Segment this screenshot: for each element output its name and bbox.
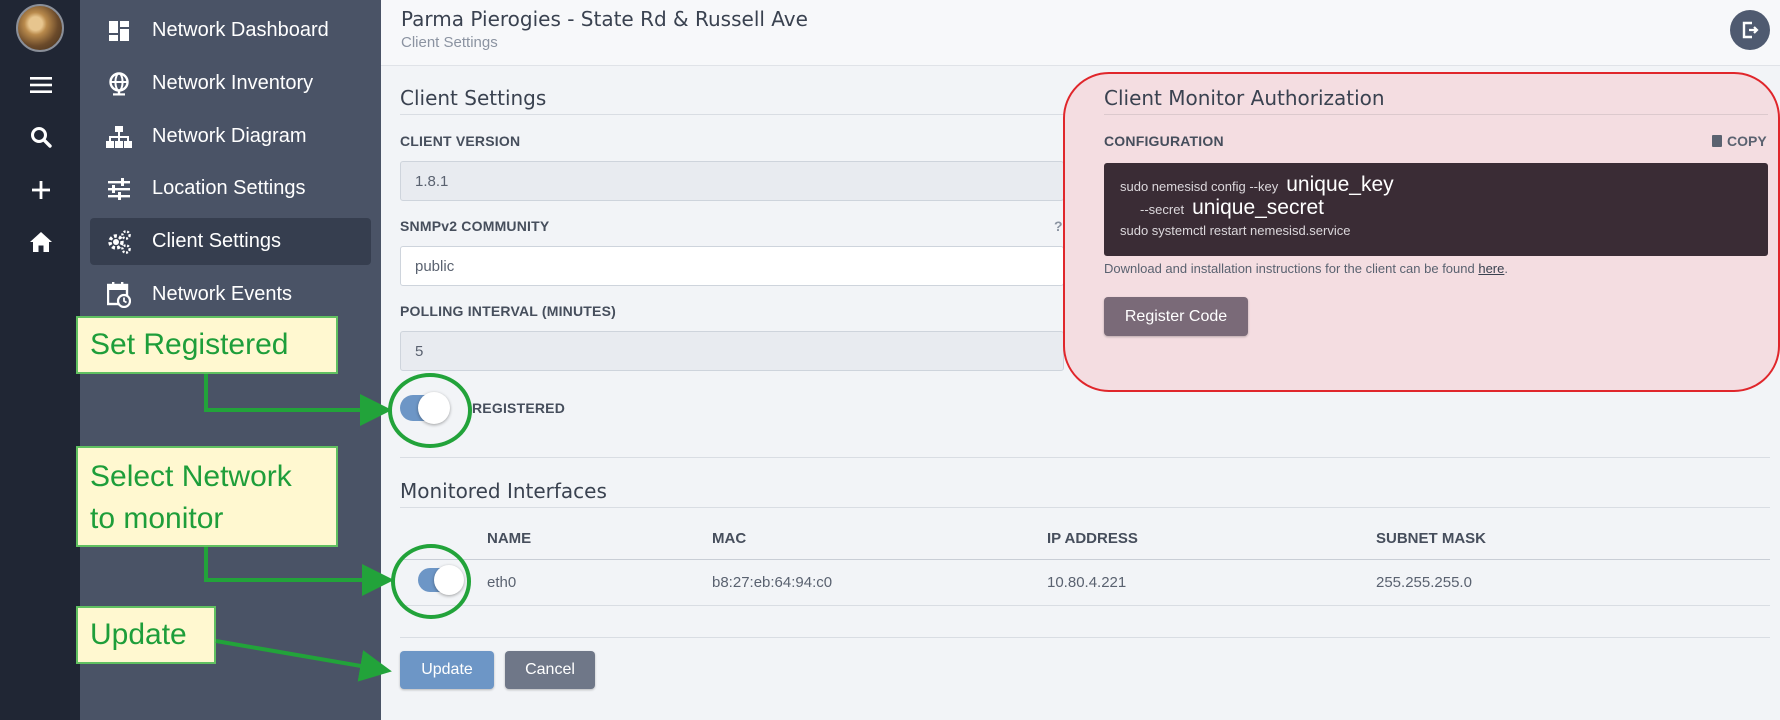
sitemap-icon: [102, 125, 136, 149]
location-avatar[interactable]: [16, 4, 64, 52]
cancel-button[interactable]: Cancel: [505, 651, 595, 689]
sidebar-item-label: Network Dashboard: [152, 19, 329, 41]
code-line-1-prefix: sudo nemesisd config --key: [1120, 179, 1279, 194]
sidebar-item-label: Network Diagram: [152, 125, 307, 147]
register-code-button[interactable]: Register Code: [1104, 297, 1248, 336]
sidebar-item-label: Client Settings: [152, 230, 281, 252]
snmp-community-value: public: [415, 257, 455, 275]
icon-rail: [0, 0, 80, 720]
dashboard-icon: [102, 20, 136, 42]
sidebar-item-label: Network Inventory: [152, 72, 314, 94]
client-settings-title: Client Settings: [400, 86, 547, 110]
code-line-3: sudo systemctl restart nemesisd.service: [1120, 223, 1351, 238]
logout-icon: [1742, 21, 1759, 39]
plus-icon[interactable]: [28, 177, 54, 203]
divider: [400, 457, 1770, 458]
sliders-icon: [102, 177, 136, 200]
download-text-end: .: [1504, 261, 1508, 276]
sidebar-item-network-events[interactable]: Network Events: [90, 271, 371, 318]
code-line-2-prefix: --secret: [1140, 202, 1185, 217]
page-header: Parma Pierogies - State Rd & Russell Ave…: [381, 0, 1780, 66]
logout-button[interactable]: [1730, 10, 1770, 50]
column-header-ip[interactable]: IP ADDRESS: [1047, 530, 1138, 547]
globe-icon: [102, 71, 136, 96]
polling-interval-label: POLLING INTERVAL (MINUTES): [400, 303, 616, 319]
breadcrumb[interactable]: Client Settings: [401, 34, 498, 51]
configuration-code-block[interactable]: sudo nemesisd config --key unique_key --s…: [1104, 163, 1768, 256]
sidebar-item-network-diagram[interactable]: Network Diagram: [90, 113, 371, 160]
sidebar-item-network-dashboard[interactable]: Network Dashboard: [90, 7, 371, 54]
interface-mac: b8:27:eb:64:94:c0: [712, 574, 833, 591]
authorization-title: Client Monitor Authorization: [1104, 86, 1385, 110]
download-text: Download and installation instructions f…: [1104, 261, 1479, 276]
sidebar-item-location-settings[interactable]: Location Settings: [90, 165, 371, 212]
divider: [1104, 114, 1768, 115]
client-version-label: CLIENT VERSION: [400, 133, 521, 149]
snmp-community-input[interactable]: public: [400, 246, 1064, 286]
polling-interval-value: 5: [415, 342, 424, 360]
configuration-label: CONFIGURATION: [1104, 133, 1224, 149]
divider: [400, 507, 1770, 508]
annotation-set-registered: Set Registered: [76, 316, 338, 374]
annotation-select-network: Select Network to monitor: [76, 446, 338, 547]
table-header-divider: [400, 559, 1770, 560]
registered-label: REGISTERED: [472, 400, 566, 416]
client-version-value: 1.8.1: [415, 172, 449, 190]
sidebar-item-network-inventory[interactable]: Network Inventory: [90, 60, 371, 107]
download-instructions: Download and installation instructions f…: [1104, 261, 1508, 276]
gears-icon: [102, 229, 136, 255]
sidebar-item-label: Location Settings: [152, 177, 306, 199]
interface-ip: 10.80.4.221: [1047, 574, 1127, 591]
divider: [400, 605, 1770, 606]
column-header-mask[interactable]: SUBNET MASK: [1376, 530, 1486, 547]
annotation-select-network-line2: to monitor: [90, 502, 224, 535]
monitored-interfaces-title: Monitored Interfaces: [400, 479, 607, 503]
snmp-community-label: SNMPv2 COMMUNITY: [400, 218, 550, 234]
divider: [400, 637, 1770, 638]
page-title: Parma Pierogies - State Rd & Russell Ave: [401, 7, 808, 31]
client-version-field: 1.8.1: [400, 161, 1064, 201]
annotation-update: Update: [76, 606, 216, 664]
interface-name: eth0: [487, 574, 517, 591]
highlight-ring-interface: [391, 544, 471, 619]
clipboard-icon: [1712, 135, 1722, 147]
sidebar-item-label: Network Events: [152, 283, 293, 305]
sidebar-item-client-settings[interactable]: Client Settings: [90, 218, 371, 265]
column-header-name[interactable]: NAME: [487, 530, 531, 547]
home-icon[interactable]: [28, 229, 54, 255]
snmp-help-icon[interactable]: ?: [1054, 218, 1063, 234]
highlight-ring-registered: [388, 373, 472, 448]
copy-label: COPY: [1727, 133, 1767, 149]
search-icon[interactable]: [28, 124, 54, 150]
menu-icon[interactable]: [28, 72, 54, 98]
interface-mask: 255.255.255.0: [1376, 574, 1472, 591]
column-header-mac[interactable]: MAC: [712, 530, 746, 547]
code-secret-value: unique_secret: [1192, 196, 1324, 219]
copy-button[interactable]: COPY: [1712, 133, 1767, 149]
code-key-value: unique_key: [1286, 173, 1394, 196]
polling-interval-field: 5: [400, 331, 1064, 371]
update-button[interactable]: Update: [400, 651, 494, 689]
download-link[interactable]: here: [1478, 261, 1504, 276]
calendar-clock-icon: [102, 281, 136, 308]
annotation-select-network-line1: Select Network: [90, 460, 292, 493]
divider: [400, 114, 1064, 115]
